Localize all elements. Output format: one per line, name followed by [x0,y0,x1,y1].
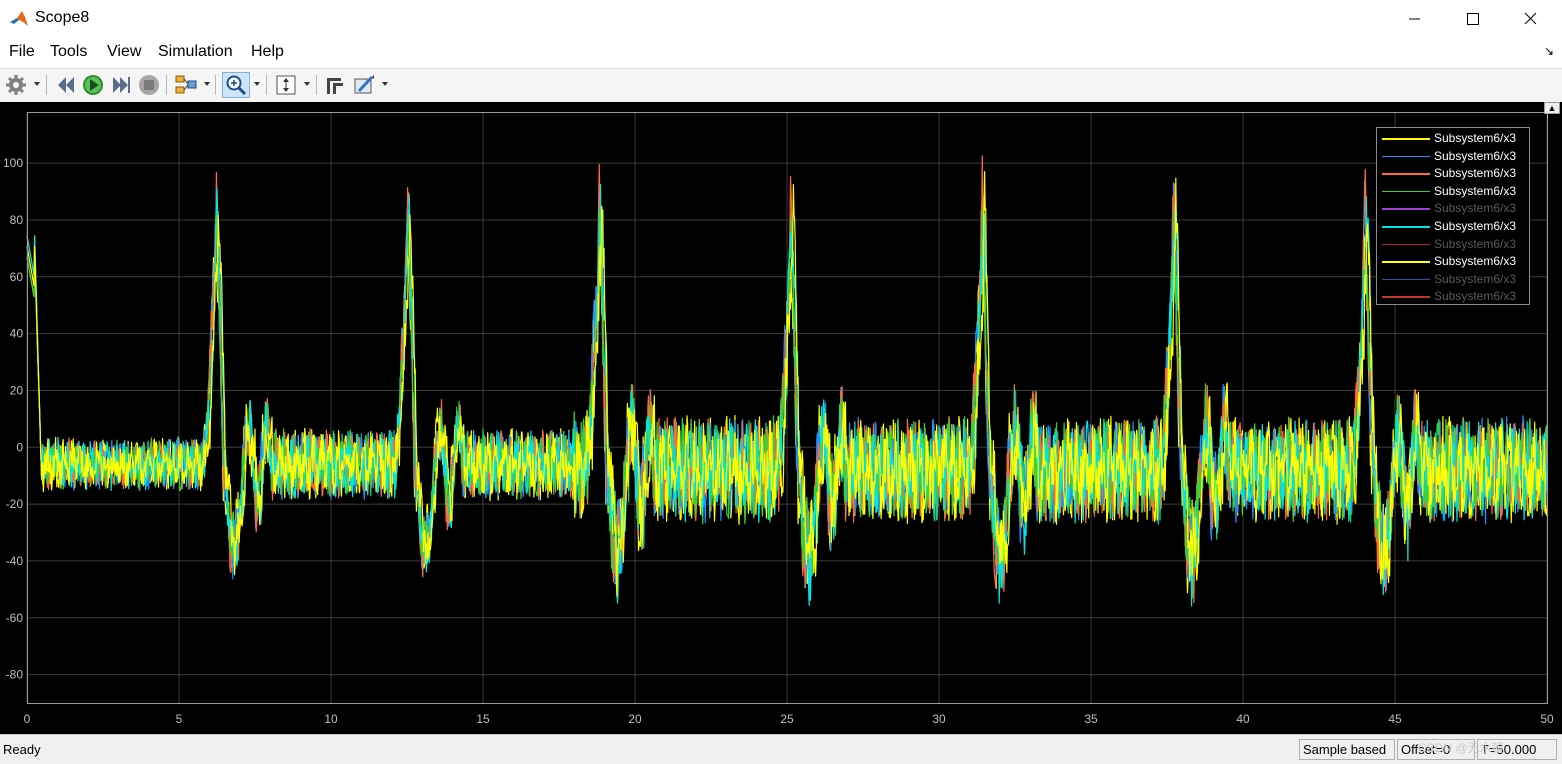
highlight-icon[interactable] [353,73,375,97]
dock-arrow-icon[interactable]: ↘ [1544,44,1554,58]
title-bar: Scope8 [0,0,1562,38]
menu-simulation[interactable]: Simulation [158,43,233,61]
y-tick-label: 40 [10,327,24,341]
x-tick-label: 35 [1084,712,1098,726]
legend-swatch [1382,138,1430,140]
watermark-text: CSDN @无水顿 [1418,741,1504,755]
toolbar [0,68,1562,103]
cursor-icon[interactable] [324,73,346,97]
x-tick-label: 45 [1388,712,1402,726]
legend-label: Subsystem6/x3 [1434,271,1517,286]
legend-entry[interactable]: Subsystem6/x3 [1377,130,1529,147]
legend-entry[interactable]: Subsystem6/x3 [1377,148,1529,165]
stop-icon[interactable] [138,73,160,97]
autoscale-icon[interactable] [275,73,297,97]
y-tick-label: -40 [6,554,24,568]
y-tick-label: 20 [10,383,24,397]
menu-help[interactable]: Help [251,43,284,61]
legend-label: Subsystem6/x3 [1434,236,1517,251]
x-tick-label: 25 [780,712,794,726]
settings-icon[interactable] [5,73,27,97]
legend-label: Subsystem6/x3 [1434,131,1517,145]
grid-lines [26,112,1548,703]
expand-icon[interactable]: ▲ [1544,102,1560,114]
legend-entry[interactable]: Subsystem6/x3 [1377,271,1529,288]
legend-label: Subsystem6/x3 [1434,166,1517,181]
matlab-icon [9,9,29,29]
legend-entry[interactable]: Subsystem6/x3 [1377,218,1529,235]
legend-entry[interactable]: Subsystem6/x3 [1377,253,1529,270]
x-tick-label: 15 [476,712,490,726]
zoom-dropdown-icon[interactable] [254,82,260,86]
x-tick-label: 30 [932,712,946,726]
maximize-button[interactable] [1444,0,1502,38]
y-tick-label: 100 [3,156,23,170]
menu-file[interactable]: File [9,43,35,61]
menu-tools[interactable]: Tools [50,43,87,61]
legend-entry[interactable]: Subsystem6/x3 [1377,236,1529,253]
legend-swatch [1382,155,1430,158]
legend-swatch [1382,208,1430,210]
legend[interactable]: Subsystem6/x3 Subsystem6/x3 Subsystem6/x3 S… [1376,127,1530,305]
legend-swatch [1382,261,1430,263]
settings-dropdown-icon[interactable] [34,82,40,86]
close-button[interactable] [1502,0,1560,38]
y-tick-label: 60 [10,270,24,284]
y-tick-label: 0 [16,440,23,454]
step-forward-icon[interactable] [110,73,132,97]
legend-swatch [1382,173,1430,175]
scope-chart[interactable]: 0 5 10 15 20 25 30 35 40 45 50 100 80 60 40 20 0 -20 -40 -6… [0,102,1562,734]
autoscale-dropdown-icon[interactable] [304,82,310,86]
x-tick-label: 5 [176,712,183,726]
legend-swatch [1382,190,1430,193]
legend-label: Subsystem6/x3 [1434,201,1517,216]
signal-select-dropdown-icon[interactable] [204,82,210,86]
legend-label: Subsystem6/x3 [1434,289,1517,304]
legend-swatch [1382,226,1430,228]
toolbar-separator [46,75,47,95]
x-tick-label: 0 [24,712,31,726]
y-tick-label: 80 [10,213,24,227]
y-tick-label: -60 [6,611,24,625]
legend-label: Subsystem6/x3 [1434,148,1517,163]
toolbar-separator [316,75,317,95]
legend-entry[interactable]: Subsystem6/x3 [1377,165,1529,182]
highlight-dropdown-icon[interactable] [382,82,388,86]
toolbar-separator [166,75,167,95]
legend-label: Subsystem6/x3 [1434,183,1517,198]
legend-entry[interactable]: Subsystem6/x3 [1377,200,1529,217]
legend-entry[interactable]: Subsystem6/x3 [1377,288,1529,305]
legend-label: Subsystem6/x3 [1434,219,1517,233]
menu-view[interactable]: View [107,43,141,61]
menu-bar: File Tools View Simulation Help ↘ [0,38,1562,68]
x-tick-label: 40 [1236,712,1250,726]
x-tick-label: 20 [628,712,642,726]
x-tick-label: 50 [1540,712,1554,726]
legend-swatch [1382,278,1430,281]
minimize-button[interactable] [1386,0,1444,38]
toolbar-separator [215,75,216,95]
zoom-in-icon[interactable] [225,73,247,97]
step-back-icon[interactable] [54,73,76,97]
legend-swatch [1382,296,1430,298]
signal-select-icon[interactable] [174,73,198,97]
y-tick-label: -80 [6,668,24,682]
run-icon[interactable] [82,73,104,97]
y-tick-label: -20 [6,497,24,511]
legend-swatch [1382,243,1430,246]
x-tick-label: 10 [324,712,338,726]
toolbar-separator [266,75,267,95]
status-sample-based: Sample based [1299,739,1395,760]
status-bar: Ready Sample based Offset=0 T=50.000 [0,734,1562,764]
status-ready: Ready [3,742,41,757]
legend-label: Subsystem6/x3 [1434,254,1517,269]
window-title: Scope8 [35,9,90,26]
legend-entry[interactable]: Subsystem6/x3 [1377,183,1529,200]
